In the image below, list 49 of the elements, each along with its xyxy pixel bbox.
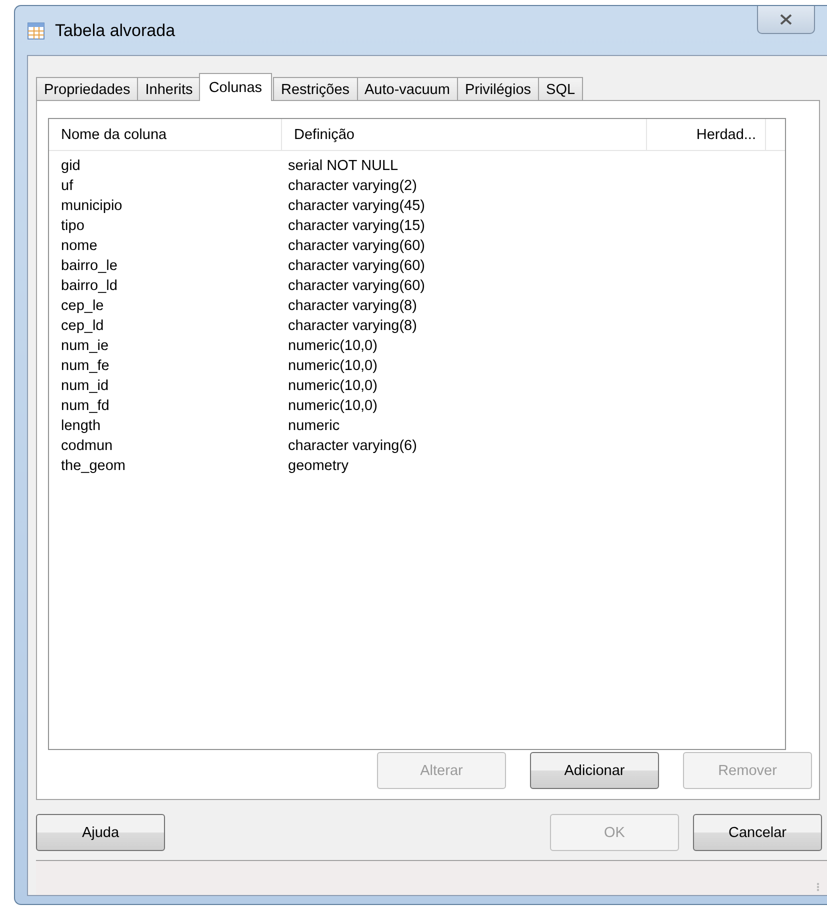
tab[interactable]: Privilégios <box>456 77 540 101</box>
table-cell-text: num_id <box>60 378 110 394</box>
table-cell-text: num_ie <box>60 338 110 354</box>
table-cell-text: character varying(60) <box>287 278 425 294</box>
column-header[interactable]: Herdad... <box>647 119 766 150</box>
table-cell-text: length <box>60 418 102 434</box>
column-header[interactable]: Nome da coluna <box>49 119 282 150</box>
button[interactable]: Cancelar <box>693 814 822 851</box>
table-cell-text: numeric(10,0) <box>287 338 378 354</box>
table-cell-text: numeric(10,0) <box>287 358 378 374</box>
table-cell-text: cep_le <box>60 298 105 314</box>
column-header[interactable]: Definição <box>282 119 647 150</box>
table-cell-text: nome <box>60 238 98 254</box>
table-cell-text: cep_ld <box>60 318 105 334</box>
tab[interactable]: Restrições <box>273 77 358 101</box>
tab[interactable]: Auto-vacuum <box>356 77 458 101</box>
button[interactable]: Ajuda <box>36 814 165 851</box>
table-cell-text: character varying(8) <box>287 298 417 314</box>
table-cell-text: character varying(15) <box>287 218 425 234</box>
table-cell-text: the_geom <box>60 458 126 474</box>
table-cell-text: character varying(6) <box>287 438 417 454</box>
tab[interactable]: SQL <box>538 77 584 101</box>
table-cell-text: character varying(60) <box>287 258 425 274</box>
table-cell-text: character varying(60) <box>287 238 425 254</box>
table-icon <box>27 22 45 40</box>
table-cell-text: uf <box>60 178 74 194</box>
close-icon <box>780 14 792 25</box>
table-cell-text: character varying(45) <box>287 198 425 214</box>
table-cell-text: character varying(2) <box>287 178 417 194</box>
table-cell-text: bairro_ld <box>60 278 118 294</box>
close-button[interactable] <box>757 6 815 34</box>
table-cell-text: numeric(10,0) <box>287 378 378 394</box>
table-cell-text: num_fe <box>60 358 110 374</box>
table-cell-text: numeric(10,0) <box>287 398 378 414</box>
table-cell-text: numeric <box>287 418 340 434</box>
table-cell-text: geometry <box>287 458 348 474</box>
window-title: Tabela alvorada <box>55 20 176 40</box>
table-cell-text: codmun <box>60 438 114 454</box>
table-cell-text: tipo <box>60 218 86 234</box>
table-cell-text: bairro_le <box>60 258 118 274</box>
table-cell-text: gid <box>60 158 82 174</box>
table-cell-text: num_fd <box>60 398 110 414</box>
table-cell-text: municipio <box>60 198 124 214</box>
table-cell-text: serial NOT NULL <box>287 158 398 174</box>
table-cell-text: character varying(8) <box>287 318 417 334</box>
tab[interactable]: Colunas <box>198 73 272 101</box>
tab[interactable]: Propriedades <box>36 77 138 101</box>
button[interactable]: Adicionar <box>530 752 659 789</box>
tab[interactable]: Inherits <box>137 77 201 101</box>
